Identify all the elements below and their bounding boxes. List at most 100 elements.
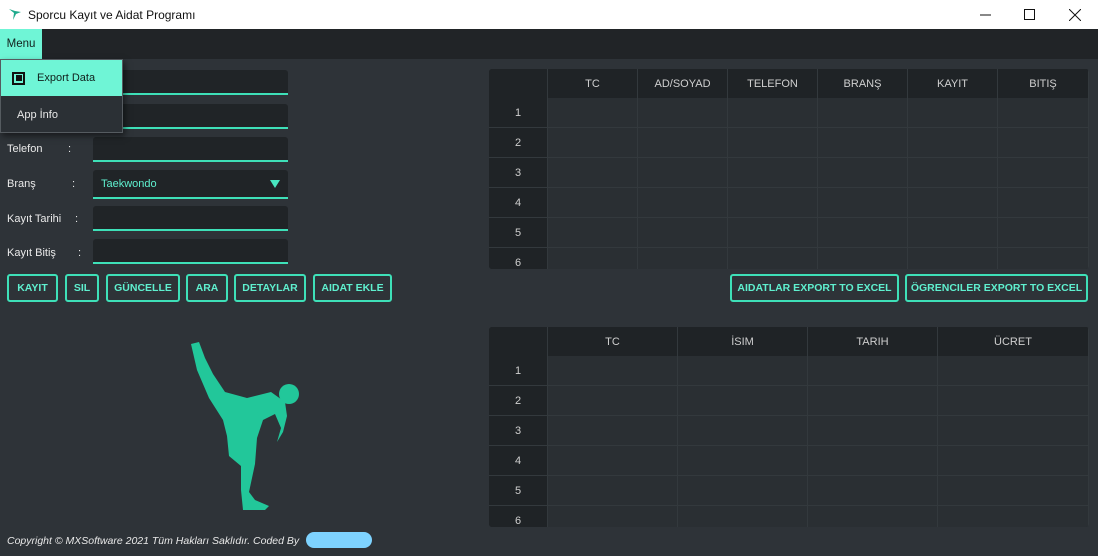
row-header[interactable]: 4 <box>489 446 548 476</box>
row-header[interactable]: 6 <box>489 248 548 269</box>
table-cell[interactable] <box>728 128 818 158</box>
table-cell[interactable] <box>678 476 808 506</box>
table-cell[interactable] <box>818 98 908 128</box>
table-cell[interactable] <box>548 356 678 386</box>
table-cell[interactable] <box>728 188 818 218</box>
table-cell[interactable] <box>548 248 638 269</box>
table-cell[interactable] <box>638 98 728 128</box>
column-header[interactable]: BITIŞ <box>998 69 1089 98</box>
table-cell[interactable] <box>998 128 1089 158</box>
column-header[interactable]: ÜCRET <box>938 327 1089 356</box>
row-header[interactable]: 5 <box>489 476 548 506</box>
row-header[interactable]: 1 <box>489 356 548 386</box>
row-header[interactable]: 4 <box>489 188 548 218</box>
table-cell[interactable] <box>548 506 678 527</box>
table-cell[interactable] <box>728 98 818 128</box>
menu-item-app-info[interactable]: App İnfo <box>1 97 122 133</box>
table-cell[interactable] <box>548 416 678 446</box>
ara-button[interactable]: ARA <box>186 274 228 302</box>
close-button[interactable] <box>1052 0 1098 29</box>
table-cell[interactable] <box>548 188 638 218</box>
row-header[interactable]: 5 <box>489 218 548 248</box>
table-cell[interactable] <box>808 386 938 416</box>
table-cell[interactable] <box>808 476 938 506</box>
table-cell[interactable] <box>818 248 908 269</box>
ogrenciler-export-button[interactable]: ÖGRENCILER EXPORT TO EXCEL <box>905 274 1088 302</box>
table-cell[interactable] <box>818 158 908 188</box>
table-cell[interactable] <box>818 218 908 248</box>
row-header[interactable]: 3 <box>489 158 548 188</box>
table-cell[interactable] <box>938 476 1089 506</box>
table-cell[interactable] <box>938 386 1089 416</box>
students-table[interactable]: TC AD/SOYAD TELEFON BRANŞ KAYIT BITIŞ 1 2 3 4 5 6 <box>489 69 1089 269</box>
table-cell[interactable] <box>548 218 638 248</box>
detaylar-button[interactable]: DETAYLAR <box>234 274 306 302</box>
row-header[interactable]: 2 <box>489 386 548 416</box>
row-header[interactable]: 3 <box>489 416 548 446</box>
table-cell[interactable] <box>908 188 998 218</box>
column-header[interactable]: AD/SOYAD <box>638 69 728 98</box>
table-cell[interactable] <box>808 506 938 527</box>
table-cell[interactable] <box>728 218 818 248</box>
phone-input[interactable] <box>93 137 288 162</box>
end-date-input[interactable] <box>93 239 288 264</box>
fees-table[interactable]: TC İSIM TARIH ÜCRET 1 2 3 4 5 6 <box>489 327 1089 527</box>
table-cell[interactable] <box>728 248 818 269</box>
column-header[interactable]: TELEFON <box>728 69 818 98</box>
register-date-input[interactable] <box>93 206 288 231</box>
table-cell[interactable] <box>728 158 818 188</box>
menu-button[interactable]: Menu <box>0 29 42 59</box>
table-cell[interactable] <box>908 98 998 128</box>
column-header[interactable]: BRANŞ <box>818 69 908 98</box>
table-cell[interactable] <box>548 158 638 188</box>
minimize-button[interactable] <box>962 0 1008 29</box>
table-cell[interactable] <box>998 158 1089 188</box>
table-cell[interactable] <box>908 158 998 188</box>
menu-item-export-data[interactable]: Export Data <box>1 60 122 96</box>
table-cell[interactable] <box>808 416 938 446</box>
table-cell[interactable] <box>548 386 678 416</box>
table-cell[interactable] <box>818 128 908 158</box>
table-cell[interactable] <box>638 248 728 269</box>
row-header[interactable]: 2 <box>489 128 548 158</box>
table-cell[interactable] <box>908 128 998 158</box>
table-cell[interactable] <box>678 356 808 386</box>
column-header[interactable]: TC <box>548 69 638 98</box>
column-header[interactable]: TC <box>548 327 678 356</box>
column-header[interactable]: İSIM <box>678 327 808 356</box>
guncelle-button[interactable]: GÜNCELLE <box>106 274 180 302</box>
table-cell[interactable] <box>678 416 808 446</box>
table-cell[interactable] <box>638 188 728 218</box>
table-cell[interactable] <box>678 446 808 476</box>
table-cell[interactable] <box>638 128 728 158</box>
table-cell[interactable] <box>818 188 908 218</box>
branch-select[interactable]: Taekwondo <box>93 170 288 199</box>
row-header[interactable]: 1 <box>489 98 548 128</box>
sil-button[interactable]: SIL <box>65 274 99 302</box>
maximize-button[interactable] <box>1006 0 1052 29</box>
table-cell[interactable] <box>998 248 1089 269</box>
table-cell[interactable] <box>908 248 998 269</box>
table-cell[interactable] <box>808 446 938 476</box>
table-cell[interactable] <box>938 446 1089 476</box>
column-header[interactable]: TARIH <box>808 327 938 356</box>
table-cell[interactable] <box>998 218 1089 248</box>
table-cell[interactable] <box>548 476 678 506</box>
table-cell[interactable] <box>938 416 1089 446</box>
table-cell[interactable] <box>998 98 1089 128</box>
table-cell[interactable] <box>638 218 728 248</box>
table-cell[interactable] <box>808 356 938 386</box>
aidat-ekle-button[interactable]: AIDAT EKLE <box>313 274 392 302</box>
table-cell[interactable] <box>548 446 678 476</box>
aidatlar-export-button[interactable]: AIDATLAR EXPORT TO EXCEL <box>730 274 899 302</box>
table-cell[interactable] <box>908 218 998 248</box>
table-cell[interactable] <box>678 506 808 527</box>
column-header[interactable]: KAYIT <box>908 69 998 98</box>
table-cell[interactable] <box>998 188 1089 218</box>
table-cell[interactable] <box>938 356 1089 386</box>
kayit-button[interactable]: KAYIT <box>7 274 58 302</box>
table-cell[interactable] <box>548 98 638 128</box>
row-header[interactable]: 6 <box>489 506 548 527</box>
table-cell[interactable] <box>638 158 728 188</box>
table-cell[interactable] <box>678 386 808 416</box>
